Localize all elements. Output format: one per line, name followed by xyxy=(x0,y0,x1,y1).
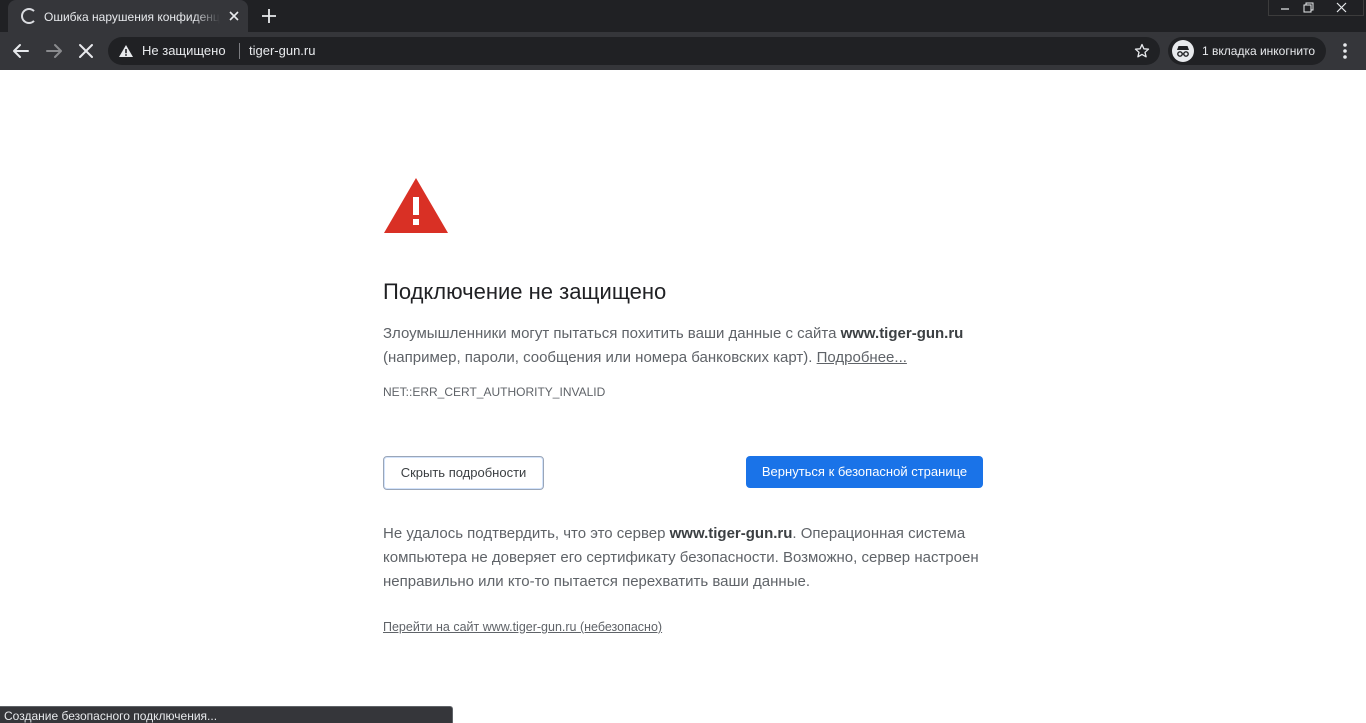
loading-spinner-icon xyxy=(21,8,37,24)
restore-icon[interactable] xyxy=(1292,0,1322,16)
hide-details-button[interactable]: Скрыть подробности xyxy=(383,456,544,490)
main-message-prefix: Злоумышленники могут пытаться похитить в… xyxy=(383,325,841,342)
tab-title: Ошибка нарушения конфиденциальности xyxy=(44,10,220,24)
address-bar[interactable]: Не защищено tiger-gun.ru xyxy=(108,37,1160,65)
toolbar: Не защищено tiger-gun.ru 1 вкладка инког… xyxy=(0,32,1366,70)
active-tab[interactable]: Ошибка нарушения конфиденциальности xyxy=(8,0,248,32)
window-close-icon[interactable] xyxy=(1326,0,1358,16)
back-to-safety-button[interactable]: Вернуться к безопасной странице xyxy=(746,456,983,488)
red-warning-triangle-icon xyxy=(384,178,448,233)
arrow-left-icon[interactable] xyxy=(10,40,32,62)
incognito-indicator[interactable]: 1 вкладка инкогнито xyxy=(1168,37,1326,65)
star-icon[interactable] xyxy=(1134,43,1150,59)
incognito-label: 1 вкладка инкогнито xyxy=(1202,44,1316,58)
kebab-menu-icon[interactable] xyxy=(1334,40,1356,62)
proceed-unsafe-link[interactable]: Перейти на сайт www.tiger-gun.ru (небезо… xyxy=(383,619,662,635)
warning-triangle-icon[interactable] xyxy=(118,44,134,58)
tab-strip: Ошибка нарушения конфиденциальности xyxy=(0,0,1366,32)
url-text[interactable]: tiger-gun.ru xyxy=(249,43,315,59)
status-bubble: Создание безопасного подключения... xyxy=(0,706,453,723)
details-message: Не удалось подтвердить, что это сервер w… xyxy=(383,522,1003,594)
main-message-suffix: (например, пароли, сообщения или номера … xyxy=(383,349,817,366)
error-code: NET::ERR_CERT_AUTHORITY_INVALID xyxy=(383,385,606,399)
close-icon[interactable] xyxy=(226,8,242,24)
main-message: Злоумышленники могут пытаться похитить в… xyxy=(383,322,1003,370)
learn-more-link[interactable]: Подробнее... xyxy=(817,349,907,366)
arrow-right-icon[interactable] xyxy=(43,40,65,62)
details-prefix: Не удалось подтвердить, что это сервер xyxy=(383,525,670,542)
status-text: Создание безопасного подключения... xyxy=(4,709,218,723)
stop-icon[interactable] xyxy=(75,40,97,62)
security-status[interactable]: Не защищено xyxy=(142,43,226,59)
page-title: Подключение не защищено xyxy=(383,279,667,304)
main-message-host: www.tiger-gun.ru xyxy=(840,325,964,342)
plus-icon[interactable] xyxy=(258,5,280,27)
details-host: www.tiger-gun.ru xyxy=(669,525,793,542)
address-divider xyxy=(239,43,240,59)
incognito-icon xyxy=(1172,40,1194,62)
